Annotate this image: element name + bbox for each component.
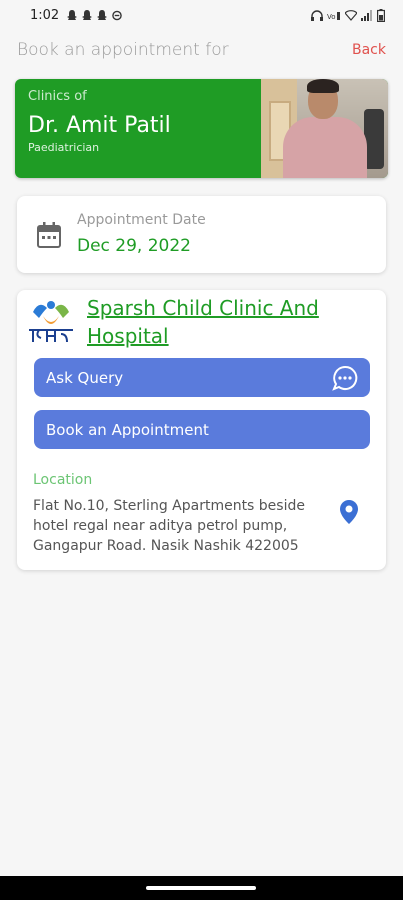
headphones-icon xyxy=(311,9,323,21)
clinics-of-caption: Clinics of xyxy=(28,89,87,104)
system-icons: Vo xyxy=(311,8,385,22)
page-title: Book an appointment for xyxy=(17,40,229,60)
signal-icon xyxy=(361,9,372,21)
circle-icon xyxy=(112,10,122,20)
clinic-logo-icon xyxy=(29,301,73,343)
system-nav-bar xyxy=(0,876,403,900)
calendar-icon xyxy=(37,222,61,248)
doctor-specialty: Paediatrician xyxy=(28,141,100,154)
status-time: 1:02 xyxy=(30,7,60,23)
home-gesture-handle[interactable] xyxy=(146,886,256,890)
clinic-card: Sparsh Child Clinic And Hospital Ask Que… xyxy=(17,290,386,570)
clinic-address: Flat No.10, Sterling Apartments beside h… xyxy=(33,498,305,554)
location-label: Location xyxy=(33,472,93,488)
clinic-name-link[interactable]: Sparsh Child Clinic And Hospital xyxy=(87,294,367,350)
battery-icon xyxy=(377,8,385,22)
snapchat-icon xyxy=(67,9,78,20)
top-bar: Book an appointment for Back xyxy=(0,36,403,64)
appointment-date-value: Dec 29, 2022 xyxy=(77,236,192,256)
status-bar: 1:02 Vo xyxy=(0,0,403,30)
book-appointment-label: Book an Appointment xyxy=(46,420,209,439)
ask-query-label: Ask Query xyxy=(46,368,124,387)
back-button[interactable]: Back xyxy=(352,42,386,58)
doctor-photo xyxy=(261,79,388,178)
doctor-card: Clinics of Dr. Amit Patil Paediatrician xyxy=(15,79,388,178)
snapchat-icon xyxy=(97,9,108,20)
wifi-icon xyxy=(345,9,357,21)
ask-query-button[interactable]: Ask Query xyxy=(34,358,370,397)
notification-icons xyxy=(67,9,122,21)
svg-text:Vo: Vo xyxy=(327,13,336,21)
snapchat-icon xyxy=(82,9,93,20)
chat-icon xyxy=(332,365,358,391)
volte-icon: Vo xyxy=(327,11,340,21)
map-pin-icon[interactable] xyxy=(340,500,358,524)
appointment-date-card[interactable]: Appointment Date Dec 29, 2022 xyxy=(17,196,386,273)
appointment-date-label: Appointment Date xyxy=(77,212,206,228)
doctor-name: Dr. Amit Patil xyxy=(28,113,171,138)
book-appointment-button[interactable]: Book an Appointment xyxy=(34,410,370,449)
